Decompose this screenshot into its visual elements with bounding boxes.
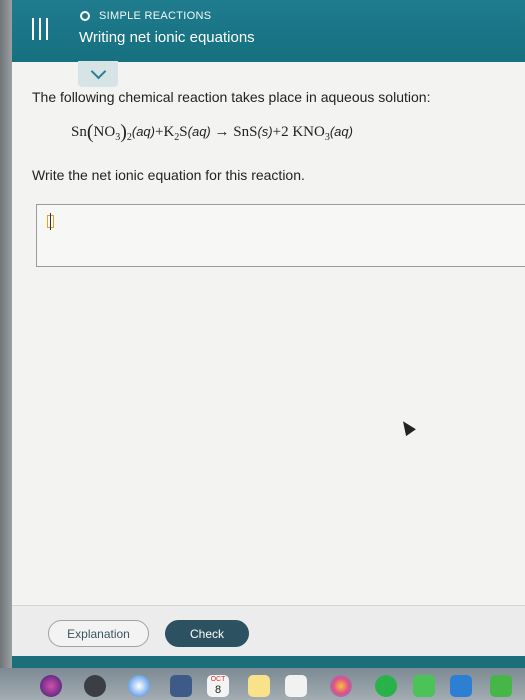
chevron-down-icon — [90, 63, 106, 80]
eq-no: NO — [93, 124, 116, 140]
messages-icon[interactable] — [413, 675, 435, 697]
eq-s: S — [179, 124, 188, 140]
mail-icon[interactable] — [170, 675, 192, 697]
eq-sns: SnS — [233, 124, 258, 140]
eq-plus-2: + — [272, 124, 282, 140]
siri-icon[interactable] — [40, 675, 62, 697]
eq-k: K — [163, 124, 175, 140]
eq-state-1: (aq) — [131, 124, 155, 139]
eq-kno: KNO — [292, 124, 325, 140]
safari-icon[interactable] — [128, 675, 150, 697]
keynote-icon[interactable] — [450, 675, 472, 697]
mouse-pointer-icon — [398, 417, 416, 437]
launchpad-icon[interactable] — [84, 675, 106, 697]
notes-icon[interactable] — [248, 675, 270, 697]
photo-margin — [0, 0, 12, 700]
photos-icon[interactable] — [330, 675, 352, 697]
calendar-icon[interactable]: OCT 8 — [207, 675, 229, 697]
check-button[interactable]: Check — [165, 620, 249, 647]
eq-state-3: (s) — [257, 124, 273, 139]
question-prompt: Write the net ionic equation for this re… — [32, 167, 305, 183]
eq-state-2: (aq) — [187, 124, 211, 139]
question-intro: The following chemical reaction takes pl… — [32, 89, 431, 105]
eq-arrow: → — [214, 124, 230, 140]
numbers-icon[interactable] — [490, 675, 512, 697]
page-title: Writing net ionic equations — [79, 29, 255, 46]
chemical-equation: Sn(NO3)2(aq)+K2S(aq) → SnS(s)+2 KNO3(aq) — [71, 121, 353, 143]
eq-sn: Sn — [71, 124, 87, 140]
menu-icon[interactable] — [30, 18, 50, 40]
eq-coef: 2 — [281, 124, 289, 140]
collapse-toggle-button[interactable] — [78, 61, 118, 87]
top-header: SIMPLE REACTIONS Writing net ionic equat… — [12, 0, 525, 62]
explanation-button[interactable]: Explanation — [48, 620, 149, 647]
answer-input[interactable] — [36, 204, 525, 267]
input-cursor-icon — [47, 213, 54, 230]
topic-label: SIMPLE REACTIONS — [99, 10, 212, 22]
topic-radio-icon — [80, 11, 90, 21]
topic-row: SIMPLE REACTIONS — [80, 10, 211, 22]
facetime-icon[interactable] — [375, 675, 397, 697]
bottom-bar — [12, 656, 525, 668]
calendar-day: 8 — [214, 684, 222, 696]
reminders-icon[interactable] — [285, 675, 307, 697]
dock: OCT 8 — [0, 668, 525, 700]
app-screen: SIMPLE REACTIONS Writing net ionic equat… — [12, 0, 525, 700]
eq-state-4: (aq) — [329, 124, 353, 139]
